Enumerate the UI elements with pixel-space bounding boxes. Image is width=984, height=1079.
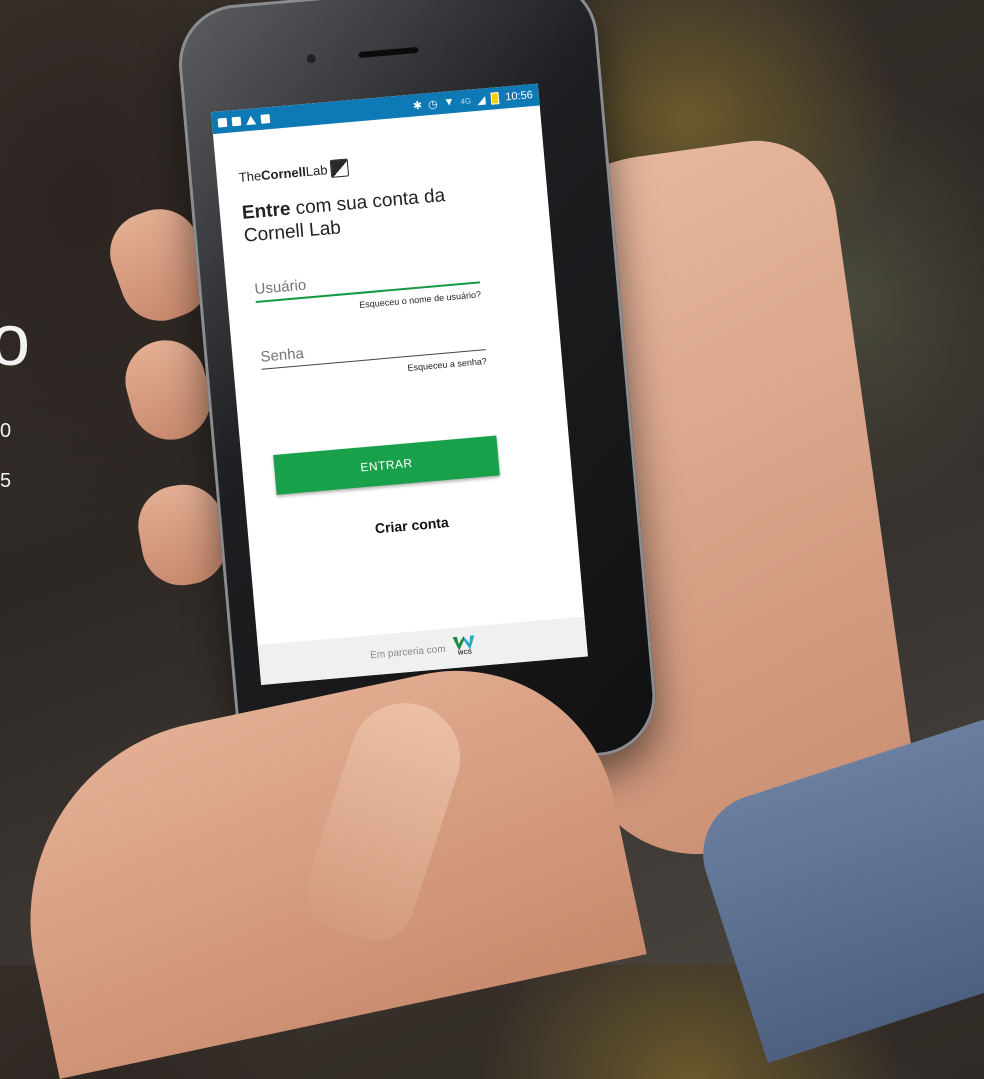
create-account-link[interactable]: Criar conta xyxy=(248,503,576,548)
wcs-logo: WCS xyxy=(452,635,476,659)
title-bold: Entre xyxy=(241,198,292,224)
logo-bold: Cornell xyxy=(260,163,307,183)
wcs-logo-text: WCS xyxy=(457,649,473,657)
logo-prefix: The xyxy=(238,167,262,185)
alarm-icon: ◷ xyxy=(427,97,439,111)
login-button[interactable]: ENTRAR xyxy=(273,435,500,495)
status-bar: ✱ ◷ ▼ 4G ◢ 10:56 xyxy=(211,83,540,135)
battery-icon xyxy=(490,91,500,105)
logo-suffix: Lab xyxy=(305,161,329,179)
signal-icon: ◢ xyxy=(476,93,486,107)
background-text-line-2: 5 xyxy=(0,470,12,492)
background-text-large: o xyxy=(0,301,31,381)
partner-text: Em parceria com xyxy=(369,643,446,661)
bluetooth-icon: ✱ xyxy=(412,99,423,113)
password-field-group: Esqueceu a senha? xyxy=(259,329,487,385)
image-notification-icon xyxy=(231,116,242,126)
username-field-group: Esqueceu o nome de usuário? xyxy=(253,261,481,318)
phone: ✱ ◷ ▼ 4G ◢ 10:56 The Cornell Lab Entre com… xyxy=(174,0,661,788)
warning-notification-icon xyxy=(245,114,257,125)
cornell-lab-logo: The Cornell Lab xyxy=(238,141,544,186)
page-title: Entre com sua conta da Cornell Lab xyxy=(241,181,484,248)
clock: 10:56 xyxy=(504,89,534,104)
earpiece-speaker xyxy=(358,46,419,59)
wifi-icon: ▼ xyxy=(443,95,455,109)
background-text-line-1: 0 xyxy=(0,420,12,442)
woodpecker-icon xyxy=(329,158,350,178)
front-camera xyxy=(306,53,317,64)
app-screen: ✱ ◷ ▼ 4G ◢ 10:56 The Cornell Lab Entre com… xyxy=(211,83,588,685)
message-notification-icon xyxy=(260,113,271,124)
network-label: 4G xyxy=(459,95,472,106)
youtube-notification-icon xyxy=(217,117,228,128)
